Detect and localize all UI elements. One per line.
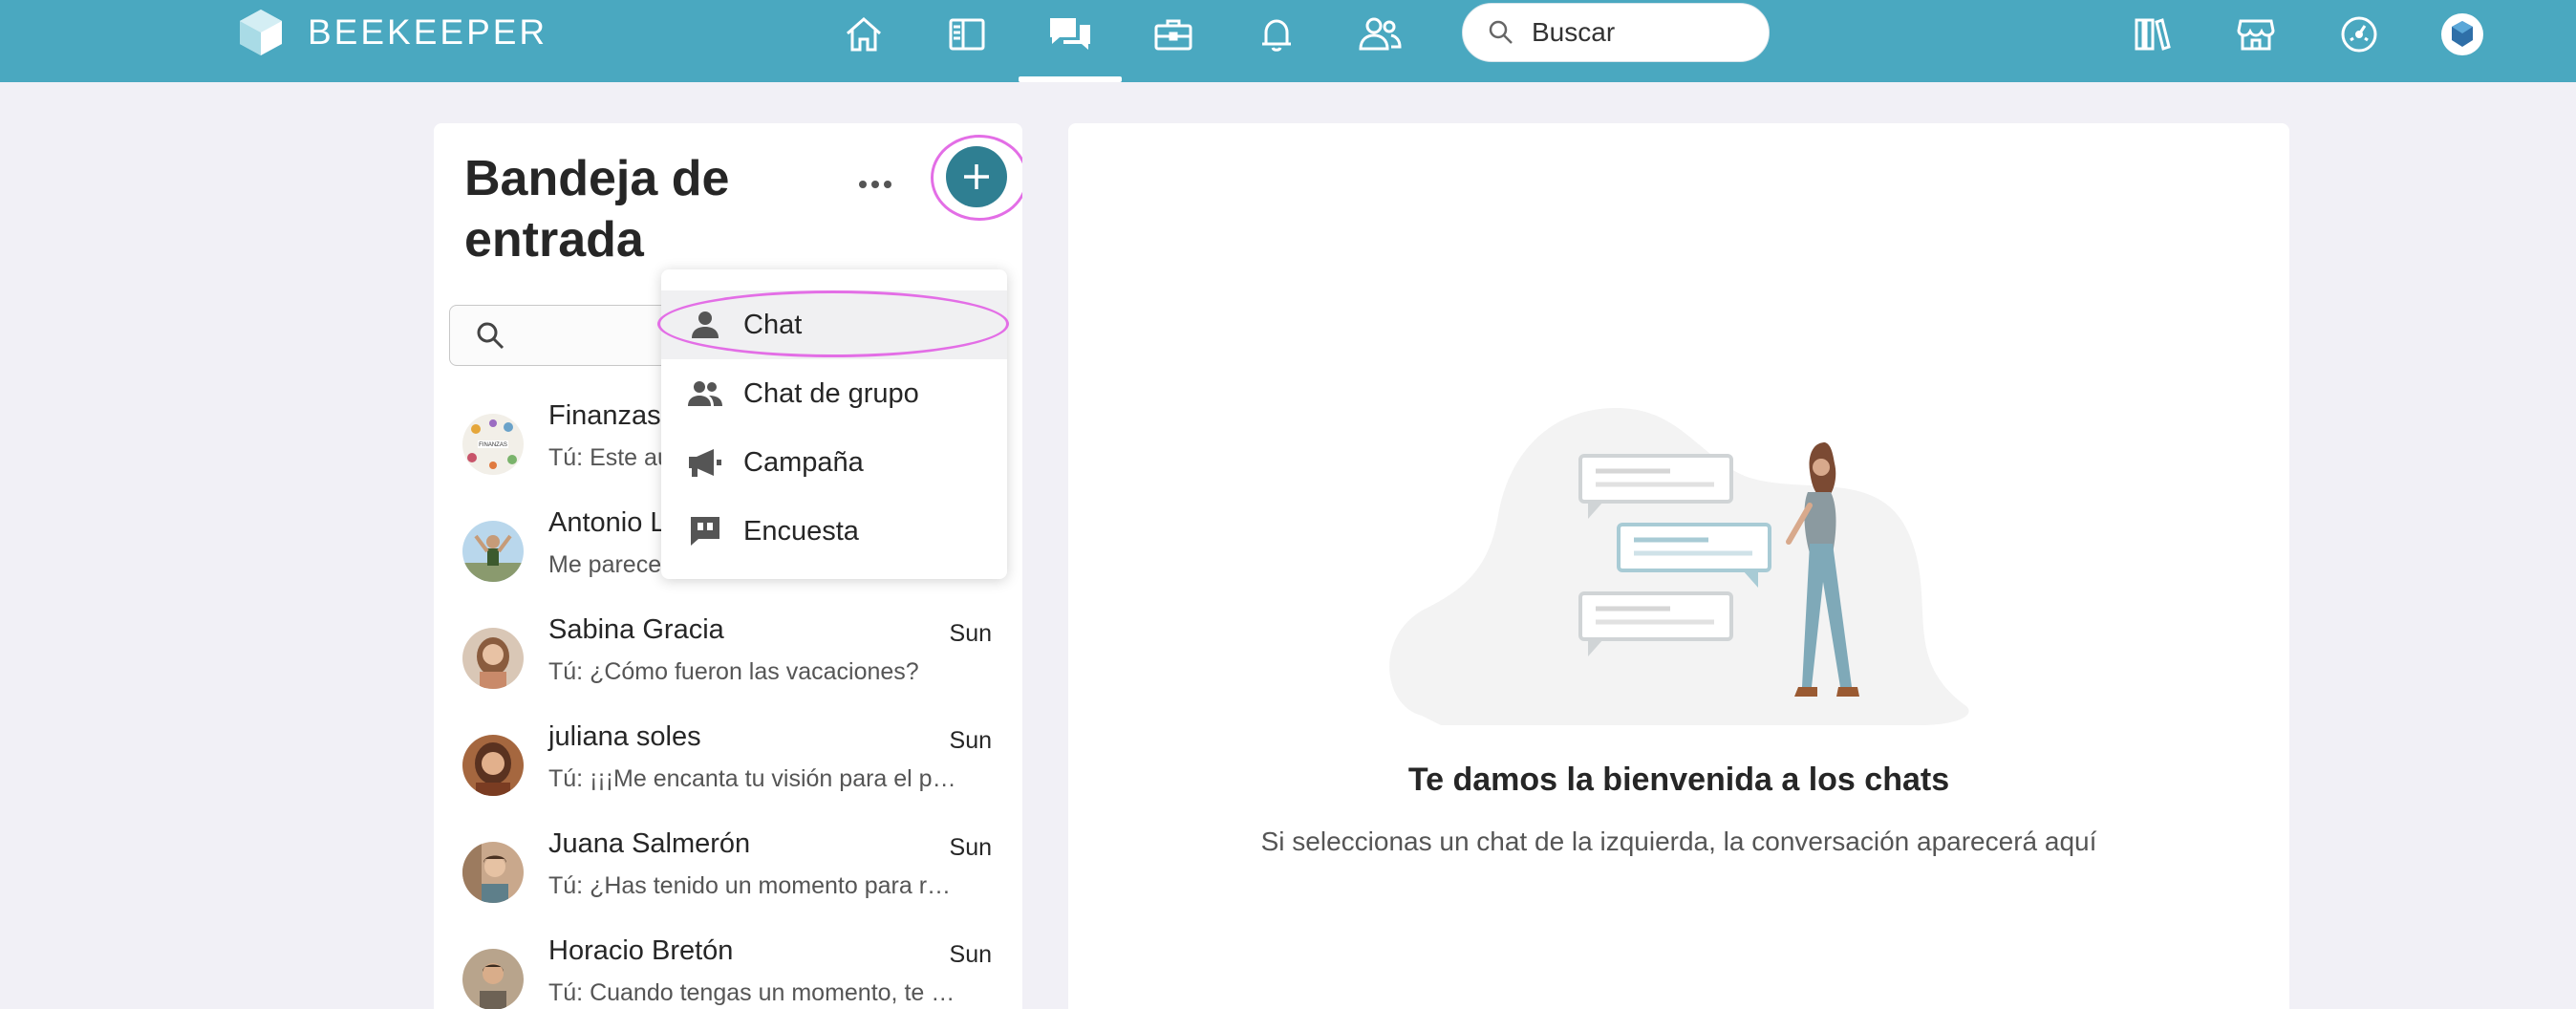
conversation-panel: Te damos la bienvenida a los chats Si se… <box>1068 123 2289 1009</box>
chat-preview: Tú: Cuando tengas un momento, te escribo <box>548 979 961 1006</box>
chat-name: Antonio L <box>548 507 666 538</box>
menu-item-group-chat[interactable]: Chat de grupo <box>661 359 1007 428</box>
avatar <box>462 842 524 903</box>
chat-name: Horacio Bretón <box>548 935 734 966</box>
new-conversation-menu: Chat Chat de grupo Campaña Encuesta <box>661 269 1007 579</box>
avatar <box>462 949 524 1009</box>
nav-people[interactable] <box>1353 10 1406 59</box>
nav-library[interactable] <box>2126 10 2179 59</box>
chat-time: Sun <box>949 941 992 968</box>
nav-news-feed[interactable] <box>940 10 994 59</box>
profile-avatar <box>2441 13 2483 55</box>
avatar <box>462 735 524 796</box>
chat-list-item[interactable]: Juana Salmerón Sun Tú: ¿Has tenido un mo… <box>434 815 1022 922</box>
active-tab-indicator <box>1019 76 1122 82</box>
more-horizontal-icon <box>859 181 891 188</box>
top-navigation-bar: BEEKEEPER <box>0 0 2576 82</box>
welcome-title: Te damos la bienvenida a los chats <box>1407 762 1950 798</box>
svg-text:FINANZAS: FINANZAS <box>479 442 507 448</box>
library-icon <box>2135 18 2171 51</box>
search-icon <box>477 322 504 350</box>
nav-marketplace[interactable] <box>2229 10 2283 59</box>
menu-item-label: Chat <box>743 309 803 340</box>
chat-time: Sun <box>949 834 992 861</box>
chat-list-item[interactable]: Horacio Bretón Sun Tú: Cuando tengas un … <box>434 922 1022 1009</box>
marketplace-icon <box>2237 19 2275 51</box>
chats-icon <box>1050 18 1090 50</box>
menu-item-label: Campaña <box>743 446 864 478</box>
chat-preview: Tú: ¿Has tenido un momento para revisar … <box>548 872 961 899</box>
notifications-icon <box>1262 19 1291 52</box>
nav-chats[interactable] <box>1043 10 1097 59</box>
chat-name: Finanzas <box>548 400 661 431</box>
nav-tools[interactable] <box>1147 10 1200 59</box>
news-feed-icon <box>949 18 985 51</box>
nav-notifications[interactable] <box>1250 10 1303 59</box>
page-title: Bandeja de entrada <box>464 151 730 268</box>
nav-home[interactable] <box>837 10 891 59</box>
menu-item-label: Chat de grupo <box>743 377 919 409</box>
chat-name: Juana Salmerón <box>548 828 751 859</box>
brand-name: BEEKEEPER <box>308 12 548 52</box>
tools-icon <box>1154 19 1192 51</box>
search-icon <box>1489 20 1513 44</box>
chat-name: juliana soles <box>548 721 701 752</box>
welcome-illustration-icon <box>1389 407 1969 725</box>
avatar <box>462 521 524 582</box>
menu-item-campaign[interactable]: Campaña <box>661 428 1007 497</box>
plus-icon <box>964 164 989 189</box>
brand-logo[interactable]: BEEKEEPER <box>237 8 547 57</box>
person-icon <box>686 309 724 341</box>
chat-preview: Tú: ¡¡¡Me encanta tu visión para el proy… <box>548 765 961 792</box>
chat-list-item[interactable]: Sabina Gracia Sun Tú: ¿Cómo fueron las v… <box>434 601 1022 708</box>
chat-name: Sabina Gracia <box>548 614 724 645</box>
home-icon <box>847 16 881 52</box>
avatar <box>462 628 524 689</box>
chat-time: Sun <box>949 620 992 647</box>
avatar: FINANZAS <box>462 414 524 475</box>
menu-item-chat[interactable]: Chat <box>661 290 1007 359</box>
megaphone-icon <box>686 446 724 479</box>
welcome-subtitle: Si seleccionas un chat de la izquierda, … <box>1260 827 2097 856</box>
new-conversation-button[interactable] <box>946 146 1007 207</box>
menu-item-label: Encuesta <box>743 515 859 547</box>
group-icon <box>686 377 724 410</box>
beekeeper-logo-icon <box>240 10 282 55</box>
global-search-input[interactable] <box>1532 17 1751 48</box>
profile-menu[interactable] <box>2436 10 2489 59</box>
menu-item-survey[interactable]: Encuesta <box>661 497 1007 566</box>
chat-preview: Tú: ¿Cómo fueron las vacaciones? <box>548 658 919 685</box>
chat-list-item[interactable]: juliana soles Sun Tú: ¡¡¡Me encanta tu v… <box>434 708 1022 815</box>
global-search[interactable] <box>1462 3 1770 62</box>
dashboard-icon <box>2341 16 2377 53</box>
more-options-button[interactable] <box>848 163 902 205</box>
people-icon <box>1359 17 1402 51</box>
chat-illustration <box>1384 400 1976 749</box>
chat-time: Sun <box>949 727 992 754</box>
survey-icon <box>686 514 724 548</box>
nav-dashboard[interactable] <box>2332 10 2386 59</box>
